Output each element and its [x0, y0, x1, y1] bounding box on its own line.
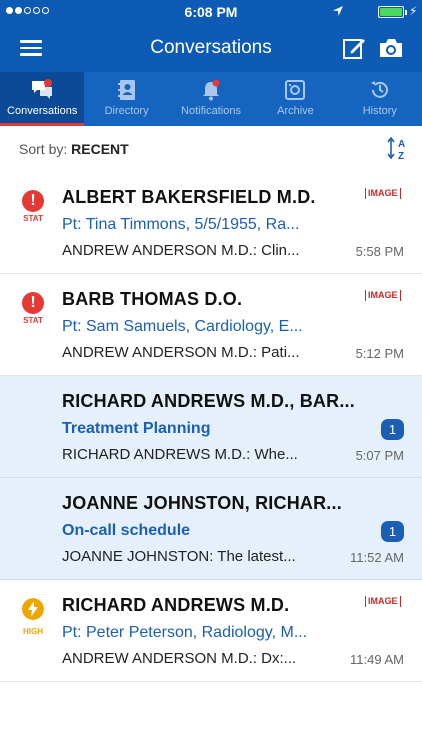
charging-bolt-icon: ⚡ — [409, 4, 418, 18]
unread-count-badge: 1 — [381, 521, 404, 542]
clock-history-icon — [370, 81, 388, 98]
svg-text:A: A — [398, 139, 405, 150]
message-preview: JOANNE JOHNSTON: The latest... — [62, 548, 296, 565]
sort-control[interactable]: Sort by: RECENT — [19, 141, 129, 157]
message-preview: ANDREW ANDERSON M.D.: Clin... — [62, 242, 300, 259]
priority-indicator: ! STAT — [18, 190, 48, 223]
conversation-name: ALBERT BAKERSFIELD M.D. — [62, 187, 316, 207]
conversation-row[interactable]: HIGH RICHARD ANDREWS M.D. IMAGE Pt: Pete… — [0, 580, 422, 682]
image-attachment-icon: IMAGE — [365, 290, 401, 301]
image-attachment-icon: IMAGE — [365, 596, 401, 607]
message-time: 11:52 AM — [350, 550, 404, 565]
status-time: 6:08 PM — [184, 4, 238, 20]
sort-bar: Sort by: RECENT A Z — [0, 126, 422, 172]
location-arrow-icon — [333, 6, 343, 16]
message-preview: ANDREW ANDERSON M.D.: Pati... — [62, 344, 300, 361]
sort-value: RECENT — [71, 141, 129, 157]
sort-prefix: Sort by: — [19, 141, 68, 157]
conversation-name: JOANNE JOHNSTON, RICHAR... — [62, 493, 342, 513]
conversation-row[interactable]: ! STAT ALBERT BAKERSFIELD M.D. IMAGE Pt:… — [0, 172, 422, 274]
conversation-name: RICHARD ANDREWS M.D., BAR... — [62, 391, 355, 411]
sort-az-icon[interactable]: A Z — [386, 137, 410, 161]
alert-icon: ! — [22, 292, 44, 314]
high-priority-icon — [22, 598, 44, 620]
conversation-name: RICHARD ANDREWS M.D. — [62, 595, 290, 615]
tab-bar: Conversations Directory Notifications Ar… — [0, 72, 422, 126]
svg-text:Z: Z — [398, 151, 404, 161]
message-preview: ANDREW ANDERSON M.D.: Dx:... — [62, 650, 297, 667]
conversation-list: ! STAT ALBERT BAKERSFIELD M.D. IMAGE Pt:… — [0, 172, 422, 682]
archive-box-icon — [285, 80, 306, 100]
nav-bar: Conversations — [0, 24, 422, 72]
unread-count-badge: 1 — [381, 419, 404, 440]
tab-label: Archive — [277, 105, 314, 117]
chat-bubbles-icon — [32, 79, 53, 99]
message-preview: RICHARD ANDREWS M.D.: Whe... — [62, 446, 298, 463]
message-time: 5:58 PM — [355, 244, 404, 259]
tab-conversations[interactable]: Conversations — [0, 72, 85, 126]
tab-notifications[interactable]: Notifications — [169, 72, 253, 126]
compose-icon[interactable] — [342, 36, 366, 60]
conversation-name: BARB THOMAS D.O. — [62, 289, 243, 309]
image-attachment-icon: IMAGE — [365, 188, 401, 199]
priority-label: HIGH — [23, 627, 43, 636]
tab-archive[interactable]: Archive — [253, 72, 337, 126]
battery-icon — [378, 6, 404, 18]
status-bar: 6:08 PM ⚡ — [0, 0, 422, 24]
conversation-row[interactable]: ! STAT BARB THOMAS D.O. IMAGE Pt: Sam Sa… — [0, 274, 422, 376]
conversation-subject: Pt: Peter Peterson, Radiology, M... — [62, 624, 308, 641]
tab-label: History — [362, 105, 397, 117]
bell-icon — [203, 79, 220, 101]
tab-directory[interactable]: Directory — [84, 72, 168, 126]
conversation-subject: On-call schedule — [62, 522, 191, 539]
tab-label: Directory — [104, 105, 149, 117]
conversation-row[interactable]: JOANNE JOHNSTON, RICHAR... On-call sched… — [0, 478, 422, 580]
conversation-row[interactable]: RICHARD ANDREWS M.D., BAR... Treatment P… — [0, 376, 422, 478]
conversation-subject: Treatment Planning — [62, 420, 211, 437]
priority-label: STAT — [23, 316, 43, 325]
tab-history[interactable]: History — [338, 72, 422, 126]
alert-icon: ! — [22, 190, 44, 212]
tab-label: Notifications — [181, 105, 241, 117]
message-time: 5:07 PM — [355, 448, 404, 463]
priority-label: STAT — [23, 214, 43, 223]
message-time: 11:49 AM — [350, 652, 404, 667]
camera-icon[interactable] — [378, 37, 404, 59]
tab-label: Conversations — [7, 105, 78, 117]
priority-indicator: ! STAT — [18, 292, 48, 325]
message-time: 5:12 PM — [355, 346, 404, 361]
conversation-subject: Pt: Sam Samuels, Cardiology, E... — [62, 318, 303, 335]
address-book-icon — [117, 80, 135, 100]
conversation-subject: Pt: Tina Timmons, 5/5/1955, Ra... — [62, 216, 300, 233]
priority-indicator: HIGH — [18, 598, 48, 636]
